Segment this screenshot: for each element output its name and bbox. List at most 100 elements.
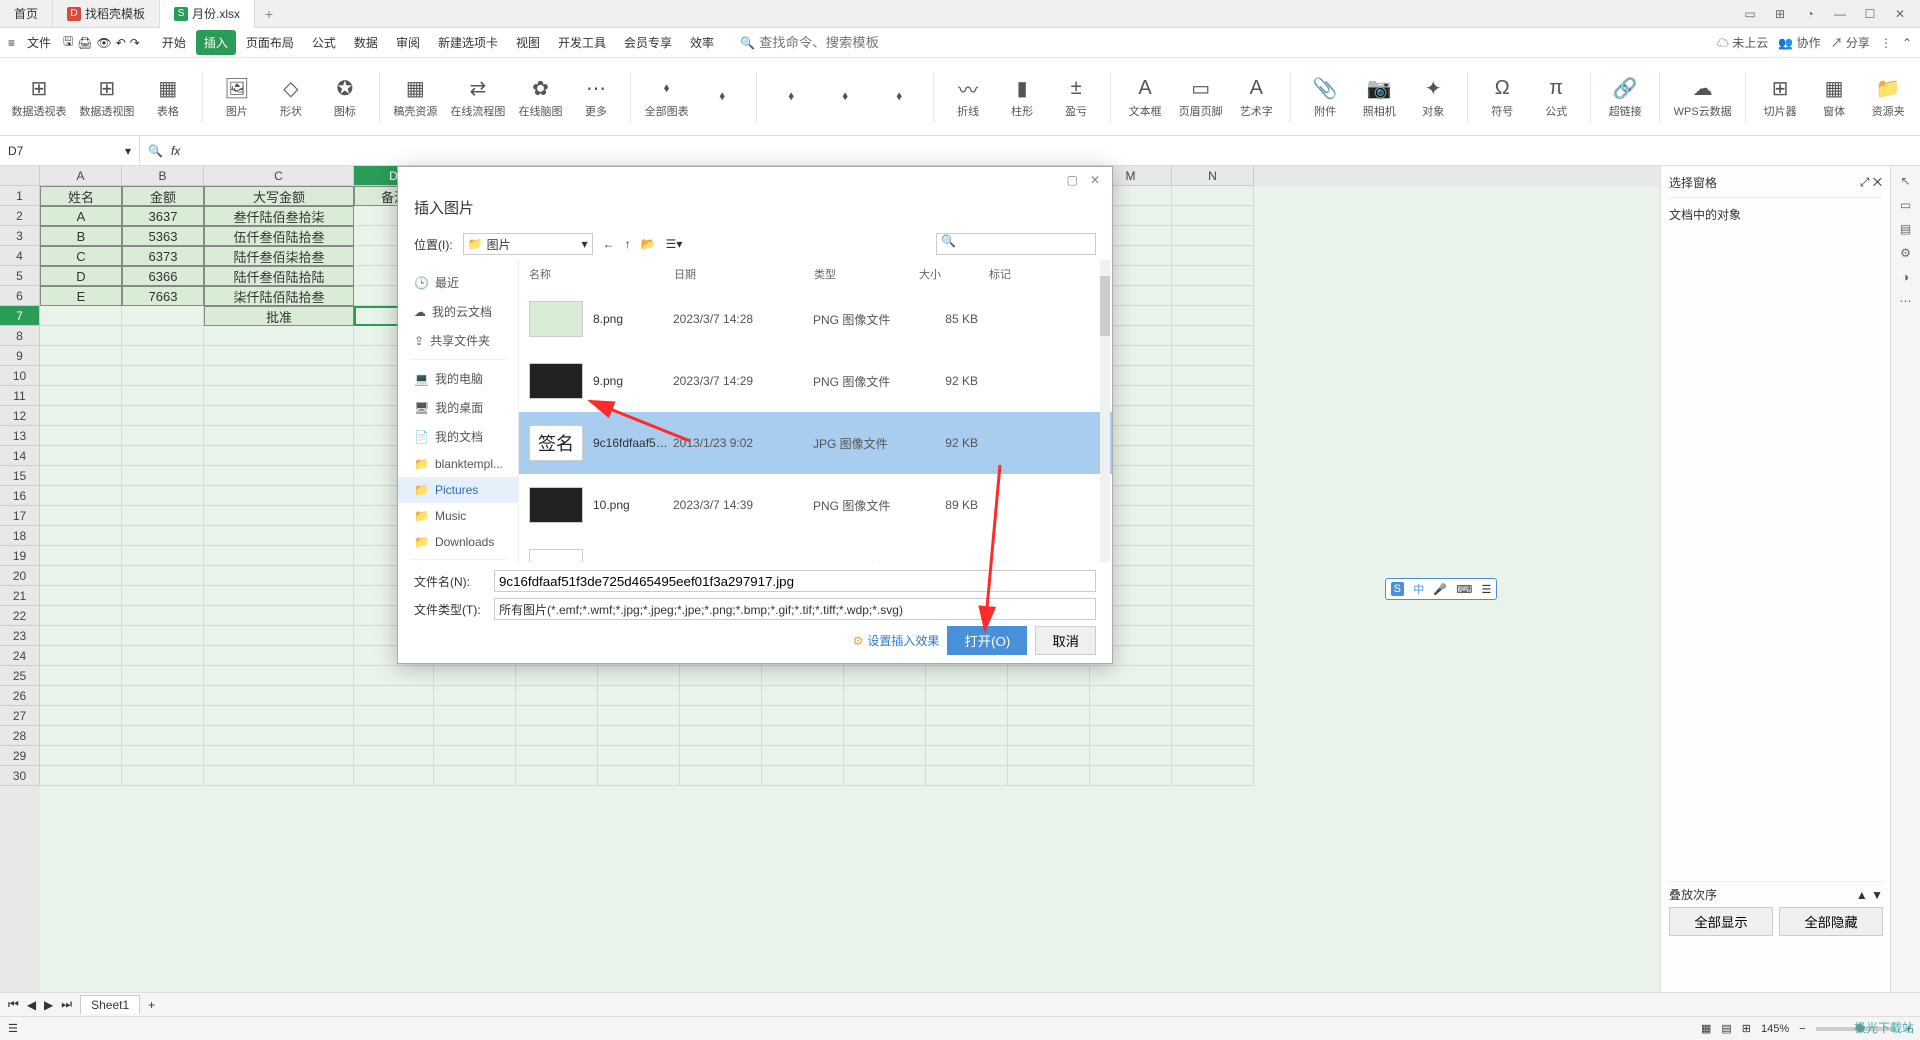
cell[interactable]	[40, 466, 122, 486]
insert-effect-link[interactable]: ⚙设置插入效果	[853, 632, 940, 649]
ribbon-窗体[interactable]: ▦窗体	[1810, 73, 1858, 121]
cell[interactable]	[1090, 726, 1172, 746]
status-mode-icon[interactable]: ☰	[8, 1022, 18, 1035]
pane-pin-icon[interactable]: ⤢	[1860, 175, 1870, 189]
cell[interactable]	[40, 526, 122, 546]
column-header[interactable]: 日期	[674, 266, 814, 282]
sheet-tab[interactable]: Sheet1	[80, 995, 140, 1014]
cell[interactable]	[40, 746, 122, 766]
cell[interactable]	[1172, 206, 1254, 226]
cell[interactable]	[1172, 646, 1254, 666]
row-header[interactable]: 20	[0, 566, 40, 586]
cell[interactable]	[40, 366, 122, 386]
cell[interactable]	[844, 726, 926, 746]
cell[interactable]: 柒仟陆佰陆拾叁	[204, 286, 354, 306]
cell[interactable]	[40, 386, 122, 406]
cell[interactable]: 批准	[204, 306, 354, 326]
file-row[interactable]: 8.png2023/3/7 14:28PNG 图像文件85 KB	[519, 288, 1112, 350]
cell[interactable]	[204, 606, 354, 626]
file-row[interactable]: 10.png2023/3/7 14:39PNG 图像文件89 KB	[519, 474, 1112, 536]
cell[interactable]	[844, 706, 926, 726]
cell[interactable]	[40, 446, 122, 466]
cell[interactable]	[1172, 606, 1254, 626]
cell[interactable]	[1172, 766, 1254, 786]
sidebar-item[interactable]: 📁blanktempl...	[398, 451, 518, 477]
ribbon-盈亏[interactable]: ±盈亏	[1052, 73, 1100, 121]
cell[interactable]: B	[40, 226, 122, 246]
row-header[interactable]: 27	[0, 706, 40, 726]
nav-newfolder-icon[interactable]: 📂	[641, 237, 656, 251]
view-normal-icon[interactable]: ▦	[1701, 1022, 1711, 1035]
ribbon-公式[interactable]: π公式	[1532, 73, 1580, 121]
cell[interactable]	[1172, 566, 1254, 586]
cell[interactable]	[1090, 746, 1172, 766]
cell[interactable]	[762, 706, 844, 726]
sync-status[interactable]: ☁ 未上云	[1717, 34, 1768, 51]
close-icon[interactable]: ✕	[1886, 7, 1914, 21]
menu-tab[interactable]: 开发工具	[550, 30, 614, 55]
menu-file[interactable]: 文件	[19, 30, 59, 55]
ribbon-切片器[interactable]: ⊞切片器	[1756, 73, 1804, 121]
cell[interactable]	[598, 766, 680, 786]
cell[interactable]	[40, 306, 122, 326]
row-header[interactable]: 13	[0, 426, 40, 446]
cell[interactable]: 陆仟叁佰陆拾陆	[204, 266, 354, 286]
row-header[interactable]: 25	[0, 666, 40, 686]
row-header[interactable]: 3	[0, 226, 40, 246]
menu-tab[interactable]: 数据	[346, 30, 386, 55]
cell[interactable]: 金额	[122, 186, 204, 206]
cell[interactable]	[122, 746, 204, 766]
cell[interactable]	[204, 466, 354, 486]
ribbon-页眉页脚[interactable]: ▭页眉页脚	[1175, 73, 1226, 121]
cell[interactable]	[122, 426, 204, 446]
cell[interactable]	[204, 666, 354, 686]
row-header[interactable]: 10	[0, 366, 40, 386]
cell[interactable]	[1090, 666, 1172, 686]
cell[interactable]	[1090, 766, 1172, 786]
file-row[interactable]: 签名9c16fdfaaf51f...2013/1/23 9:02JPG 图像文件…	[519, 412, 1112, 474]
cell[interactable]	[40, 506, 122, 526]
cell[interactable]	[844, 666, 926, 686]
ribbon-WPS云数据[interactable]: ☁WPS云数据	[1670, 73, 1735, 121]
row-header[interactable]: 14	[0, 446, 40, 466]
col-header[interactable]: N	[1172, 166, 1254, 186]
ribbon-形状[interactable]: ◇形状	[267, 73, 315, 121]
zoom-level[interactable]: 145%	[1761, 1023, 1789, 1035]
pane-close-icon[interactable]: ✕	[1873, 175, 1882, 189]
cell[interactable]	[1008, 766, 1090, 786]
view-break-icon[interactable]: ⊞	[1742, 1022, 1751, 1035]
rail-style-icon[interactable]: ▤	[1900, 222, 1911, 236]
row-header[interactable]: 11	[0, 386, 40, 406]
cell[interactable]	[844, 766, 926, 786]
cell[interactable]	[40, 486, 122, 506]
cell[interactable]	[598, 666, 680, 686]
cell[interactable]	[516, 686, 598, 706]
cell[interactable]	[1172, 706, 1254, 726]
menu-tab[interactable]: 开始	[154, 30, 194, 55]
cell[interactable]	[204, 626, 354, 646]
qat-save-icon[interactable]: 🖫	[63, 32, 73, 53]
cell[interactable]	[680, 746, 762, 766]
ribbon-[interactable]: ⬪	[767, 81, 815, 113]
cancel-button[interactable]: 取消	[1035, 626, 1096, 655]
cell[interactable]	[1008, 746, 1090, 766]
cell[interactable]	[1172, 506, 1254, 526]
cell[interactable]	[122, 526, 204, 546]
cell[interactable]	[122, 646, 204, 666]
cell[interactable]	[434, 706, 516, 726]
cell[interactable]	[40, 586, 122, 606]
column-header[interactable]: 名称	[529, 266, 674, 282]
cell[interactable]	[122, 346, 204, 366]
cell[interactable]	[1172, 666, 1254, 686]
row-header[interactable]: 26	[0, 686, 40, 706]
cell[interactable]	[122, 766, 204, 786]
cell[interactable]: 6366	[122, 266, 204, 286]
ribbon-符号[interactable]: Ω符号	[1478, 73, 1526, 121]
cell[interactable]	[598, 726, 680, 746]
move-down-icon[interactable]: ▼	[1871, 888, 1883, 902]
cell[interactable]	[1008, 706, 1090, 726]
ime-toolbar[interactable]: S 中🎤⌨☰	[1385, 578, 1497, 600]
row-header[interactable]: 28	[0, 726, 40, 746]
cell[interactable]	[1172, 446, 1254, 466]
cell[interactable]	[204, 366, 354, 386]
